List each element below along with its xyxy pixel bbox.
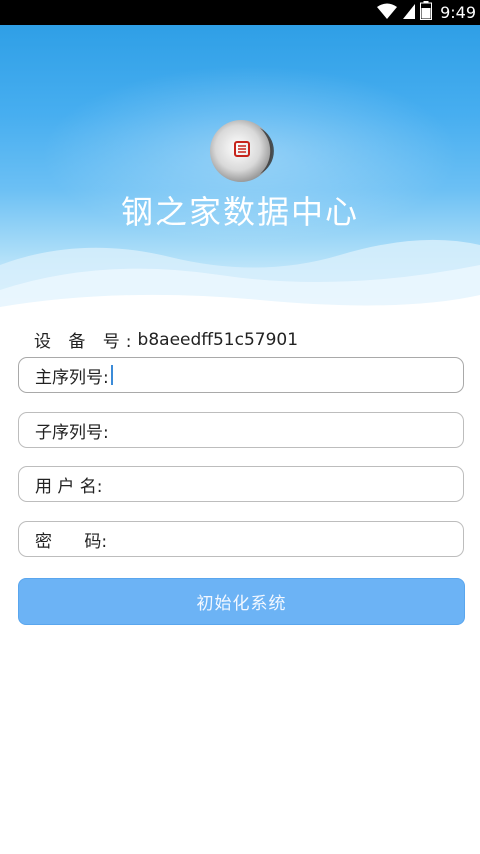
password-label: 密 码: — [35, 531, 108, 552]
signal-icon — [402, 2, 416, 24]
status-time: 9:49 — [440, 3, 476, 22]
device-id-row: 设 备 号: b8aeedff51c57901 — [34, 327, 299, 353]
text-cursor — [110, 365, 113, 385]
app-screen: 9:49 钢之家数据中心 设 备 号: b8aeedff51c57901 主序列… — [0, 0, 480, 854]
device-id-value: b8aeedff51c57901 — [137, 329, 299, 350]
username-label: 用 户 名: — [35, 476, 103, 497]
initialize-system-button[interactable]: 初始化系统 — [18, 578, 465, 625]
app-title: 钢之家数据中心 — [120, 193, 359, 231]
battery-icon — [420, 1, 433, 24]
main-serial-field[interactable]: 主序列号: — [18, 357, 464, 393]
wifi-icon — [376, 2, 398, 24]
device-id-label: 设 备 号: — [34, 332, 138, 352]
sub-serial-field[interactable]: 子序列号: — [18, 412, 464, 448]
password-field[interactable]: 密 码: — [18, 521, 464, 557]
sub-serial-label: 子序列号: — [35, 422, 109, 443]
logo-icon — [208, 118, 274, 184]
status-bar: 9:49 — [0, 0, 480, 25]
username-field[interactable]: 用 户 名: — [18, 466, 464, 502]
status-icons: 9:49 — [376, 0, 476, 25]
header-banner: 钢之家数据中心 — [0, 25, 480, 325]
main-serial-label: 主序列号: — [35, 367, 109, 388]
